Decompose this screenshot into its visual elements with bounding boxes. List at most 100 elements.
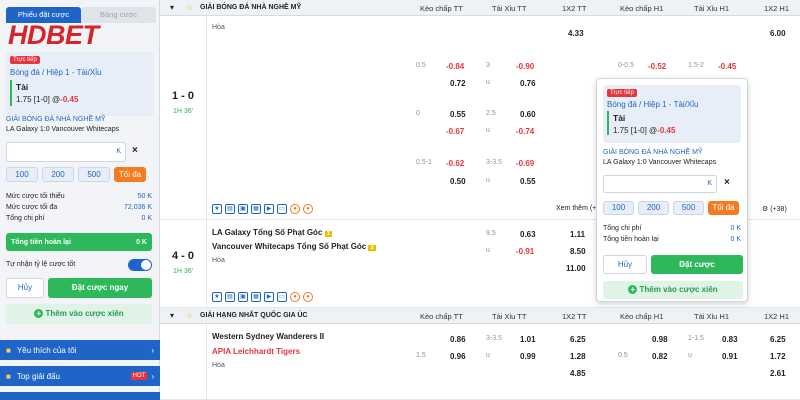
star-icon[interactable]: ★ — [212, 292, 222, 302]
place-bet-button[interactable]: Đặt cược — [651, 255, 743, 274]
chip-100[interactable]: 100 — [6, 167, 38, 182]
ou-h1-line: 1.5-2 — [688, 62, 704, 69]
lock-icon[interactable]: ● — [303, 292, 313, 302]
odds-1x2-h1-away[interactable]: 1.72 — [770, 352, 786, 361]
collapse-icon[interactable]: ▾ — [170, 3, 174, 12]
odds-ou[interactable]: 0.63 — [520, 230, 536, 239]
odds-handicap[interactable]: -0.84 — [446, 62, 464, 71]
ou-h1-line: 1-1.5 — [688, 335, 704, 342]
max-stake-label: Mức cược tối đa — [6, 204, 58, 211]
stats-icon[interactable]: ▤ — [225, 292, 235, 302]
odds-ou[interactable]: 0.60 — [520, 110, 536, 119]
odds-1x2-away[interactable]: 1.28 — [570, 352, 586, 361]
popup-selection-card: Trực tiếp Bóng đá / Hiệp 1 - Tài/Xỉu Tài… — [603, 85, 741, 143]
chip-max[interactable]: Tối đa — [114, 167, 146, 182]
odds-handicap[interactable]: -0.62 — [446, 159, 464, 168]
chip-max[interactable]: Tối đa — [708, 201, 739, 215]
odds-1x2-draw[interactable]: 11.00 — [566, 264, 586, 273]
stats-icon[interactable]: ▦ — [251, 204, 261, 214]
add-to-parlay-label: Thêm vào cược xiên — [45, 309, 124, 318]
match-score: 1 - 0 1H 36' — [160, 90, 206, 115]
odds-handicap[interactable]: -0.67 — [446, 127, 464, 136]
quick-stake-chips: 100 200 500 Tối đa — [603, 201, 739, 215]
chip-500[interactable]: 500 — [78, 167, 110, 182]
stake-input[interactable]: K — [6, 142, 126, 162]
chip-200[interactable]: 200 — [42, 167, 74, 182]
nav-more[interactable] — [0, 392, 160, 400]
place-bet-button[interactable]: Đặt cược ngay — [48, 278, 152, 298]
chip-100[interactable]: 100 — [603, 201, 634, 215]
odds-1x2-h1-draw[interactable]: 6.00 — [770, 29, 786, 38]
odds-ou[interactable]: -0.90 — [516, 62, 534, 71]
cancel-button[interactable]: Hủy — [603, 255, 647, 274]
draw-label: Hòa — [212, 362, 225, 369]
trophy-icon: ■ — [6, 371, 11, 381]
clear-icon[interactable]: × — [132, 145, 138, 156]
odds-ou[interactable]: 0.99 — [520, 352, 536, 361]
odds-ou[interactable]: -0.91 — [516, 247, 534, 256]
odds-1x2-draw[interactable]: 4.85 — [570, 369, 586, 378]
stake-unit: K — [707, 180, 712, 187]
odds-handicap-h1[interactable]: -0.52 — [648, 62, 666, 71]
odds-ou[interactable]: -0.69 — [516, 159, 534, 168]
odds-ou[interactable]: 0.55 — [520, 177, 536, 186]
video-icon[interactable]: ▶ — [264, 292, 274, 302]
odds-handicap[interactable]: 0.55 — [450, 110, 466, 119]
add-to-parlay-button[interactable]: + Thêm vào cược xiên — [603, 281, 743, 299]
lock-icon[interactable]: ● — [303, 204, 313, 214]
clear-icon[interactable]: × — [724, 177, 730, 188]
odds-ou-h1[interactable]: -0.45 — [718, 62, 736, 71]
collapse-icon[interactable]: ▾ — [170, 311, 174, 320]
star-icon[interactable]: ☆ — [186, 311, 193, 320]
odds-handicap[interactable]: 0.72 — [450, 79, 466, 88]
odds-1x2-away[interactable]: 8.50 — [570, 247, 586, 256]
odds-1x2-home[interactable]: 6.25 — [570, 335, 586, 344]
star-icon: ■ — [6, 345, 11, 355]
stake-input[interactable]: K — [603, 175, 717, 193]
odds-ou[interactable]: 0.76 — [520, 79, 536, 88]
chip-200[interactable]: 200 — [638, 201, 669, 215]
save-icon[interactable]: ▣ — [238, 292, 248, 302]
star-icon[interactable]: ★ — [212, 204, 222, 214]
tv-icon[interactable]: ▭ — [277, 204, 287, 214]
tv-icon[interactable]: ▭ — [277, 292, 287, 302]
odds-ou[interactable]: 1.01 — [520, 335, 536, 344]
auto-accept-toggle[interactable] — [128, 259, 152, 271]
video-icon[interactable]: ▶ — [264, 204, 274, 214]
fire-icon[interactable]: ● — [290, 204, 300, 214]
odds-1x2-home[interactable]: 1.11 — [570, 230, 585, 239]
odds-ou-h1[interactable]: 0.83 — [722, 335, 738, 344]
odds-handicap-h1[interactable]: 0.82 — [652, 352, 668, 361]
odds-ou[interactable]: -0.74 — [516, 127, 534, 136]
fire-icon[interactable]: ● — [290, 292, 300, 302]
odds-1x2-h1-home[interactable]: 6.25 — [770, 335, 786, 344]
chip-500[interactable]: 500 — [673, 201, 704, 215]
stats-icon[interactable]: ▤ — [225, 204, 235, 214]
betslip-panel: Phiếu đặt cược Bảng cược HDBET Trực tiếp… — [0, 0, 160, 400]
odds-handicap[interactable]: 0.50 — [450, 177, 466, 186]
chevron-right-icon: › — [151, 371, 154, 381]
cancel-button[interactable]: Hủy — [6, 278, 44, 298]
nav-favorites-label: Yêu thích của tôi — [16, 345, 77, 355]
match-name: LA Galaxy 1:0 Vancouver Whitecaps — [603, 159, 717, 166]
odds-handicap[interactable]: 0.86 — [450, 335, 466, 344]
save-icon[interactable]: ▣ — [238, 204, 248, 214]
see-more-link[interactable]: Xem thêm (+ — [556, 205, 596, 212]
refund-bar: Tổng tiền hoàn lại 0 K — [6, 233, 152, 251]
nav-top-label: Top giải đấu — [16, 371, 60, 381]
odds-1x2-h1-draw[interactable]: 2.61 — [770, 369, 786, 378]
match-row-3: Western Sydney Wanderers II APIA Leichha… — [160, 324, 800, 400]
odds-handicap[interactable]: 0.96 — [450, 352, 466, 361]
selection-odds: -0.45 — [657, 126, 676, 135]
odds-handicap-h1[interactable]: 0.98 — [652, 335, 668, 344]
add-to-parlay-button[interactable]: + Thêm vào cược xiên — [6, 304, 152, 324]
nav-top-leagues[interactable]: ■ Top giải đấu HOT › — [0, 366, 160, 386]
match-time: 1H 36' — [172, 268, 193, 275]
odds-1x2-draw[interactable]: 4.33 — [568, 29, 584, 38]
odds-ou-h1[interactable]: 0.91 — [722, 352, 738, 361]
nav-favorites[interactable]: ■ Yêu thích của tôi › — [0, 340, 160, 360]
ou-line: u — [486, 79, 490, 86]
stats-icon[interactable]: ▦ — [251, 292, 261, 302]
more-count[interactable]: ⚙ (+38) — [762, 205, 787, 213]
star-icon[interactable]: ☆ — [186, 3, 193, 12]
